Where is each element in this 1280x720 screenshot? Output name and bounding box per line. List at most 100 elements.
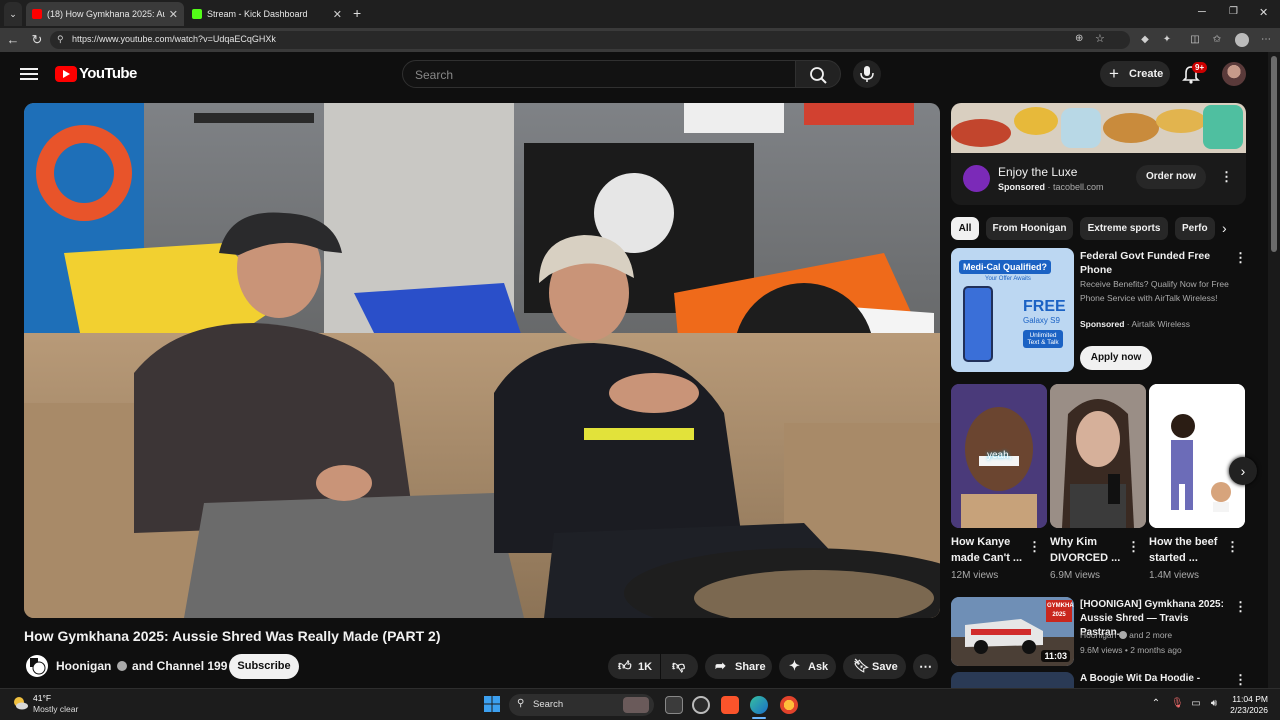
reload-icon[interactable]: ↻ [29, 32, 45, 48]
new-tab-plus-icon[interactable]: + [353, 5, 361, 21]
channel-name-collab[interactable]: and Channel 199 [132, 659, 227, 673]
save-button[interactable]: 🔖︎ Save [843, 654, 906, 679]
sponsored-title[interactable]: Federal Govt Funded Free Phone [1080, 249, 1230, 277]
voice-search-button[interactable] [853, 60, 881, 88]
channel-avatar[interactable] [26, 655, 48, 677]
ad-menu-icon[interactable]: ⋮ [1220, 169, 1233, 185]
sponsored-thumbnail[interactable]: Medi-Cal Qualified? Your Offer Awaits FR… [951, 248, 1074, 372]
search-input[interactable] [415, 67, 775, 83]
weather-temperature[interactable]: 41°F [33, 693, 51, 703]
clock-time[interactable]: 11:04 PM [1228, 694, 1268, 704]
sponsored-label: Sponsored [998, 182, 1046, 192]
related-channel[interactable]: Hoonigan and 2 more [1080, 630, 1172, 640]
hamburger-menu-icon[interactable] [20, 65, 38, 81]
clock-date[interactable]: 2/23/2026 [1228, 705, 1268, 715]
related-views: 9.6M views [1080, 645, 1123, 655]
related-channel-name[interactable]: Hoonigan [1080, 630, 1116, 640]
chip-performance[interactable]: Perfo [1175, 217, 1215, 240]
volume-icon[interactable]: 🔊︎ [1208, 698, 1220, 710]
sponsored-menu-icon[interactable]: ⋮ [1234, 250, 1247, 266]
related-menu-icon[interactable]: ⋮ [1234, 599, 1247, 615]
related-video-thumbnail[interactable]: GYMKHANA 2025 11:03 [951, 597, 1074, 666]
more-actions-icon[interactable]: ⋯ [913, 654, 938, 679]
tab-close-icon[interactable]: ✕ [169, 8, 178, 21]
weather-moon-cloud-icon[interactable] [12, 695, 28, 711]
favorites-icon[interactable]: ✩ [1210, 33, 1224, 47]
share-button[interactable]: ➦ Share [705, 654, 772, 679]
ask-button[interactable]: ✦ Ask [779, 654, 836, 679]
like-button[interactable]: 👍︎ 1K [608, 654, 660, 679]
taskbar-search[interactable]: ⚲ Search [509, 694, 654, 716]
dislike-button[interactable]: 👎︎ [661, 654, 698, 679]
short-caption: yeah, [987, 450, 1012, 461]
short-title[interactable]: Why Kim DIVORCED ... [1050, 534, 1125, 566]
verified-check-icon [116, 661, 127, 671]
create-button[interactable]: + Create [1100, 61, 1170, 87]
app-circle-icon[interactable] [692, 696, 710, 714]
weather-description[interactable]: Mostly clear [33, 704, 78, 714]
related-video-title[interactable]: A Boogie Wit Da Hoodie - [1080, 673, 1230, 684]
notification-count-badge: 9+ [1192, 62, 1208, 73]
window-close-icon[interactable]: ✕ [1259, 6, 1268, 19]
star-icon[interactable]: ☆ [1095, 32, 1105, 45]
back-arrow-icon[interactable]: ← [5, 32, 21, 48]
video-player[interactable] [24, 103, 940, 618]
account-avatar[interactable] [1222, 62, 1246, 86]
windows-start-icon[interactable] [484, 696, 500, 712]
tab-youtube[interactable]: (18) How Gymkhana 2025: Aussie ✕ [26, 2, 184, 26]
subscribe-button[interactable]: Subscribe [229, 654, 299, 679]
related-menu-icon[interactable]: ⋮ [1234, 672, 1247, 688]
short-menu-icon[interactable]: ⋮ [1127, 539, 1140, 555]
youtube-header: YouTube + Create 9+ [0, 52, 1268, 96]
search-box[interactable] [402, 60, 796, 88]
chip-extreme-sports[interactable]: Extreme sports [1080, 217, 1168, 240]
window-minimize-icon[interactable]: ─ [1198, 6, 1206, 18]
search-icon [810, 67, 827, 84]
search-button[interactable] [795, 60, 841, 88]
order-now-button[interactable]: Order now [1136, 165, 1206, 189]
firefox-browser-icon[interactable] [780, 696, 798, 714]
network-icon[interactable]: ▭ [1190, 698, 1202, 710]
ad-title[interactable]: Enjoy the Luxe [998, 165, 1077, 179]
youtube-logo-icon[interactable] [55, 66, 77, 82]
tray-overflow-chevron-icon[interactable]: ⌃ [1150, 698, 1162, 710]
edge-browser-icon[interactable] [750, 696, 768, 714]
chips-next-chevron-icon[interactable]: › [1222, 220, 1227, 236]
short-title[interactable]: How the beef started ... [1149, 534, 1224, 566]
microphone-tray-icon[interactable]: 🎙︎ [1171, 698, 1184, 710]
profile-icon[interactable] [1235, 33, 1249, 47]
zoom-icon[interactable]: ⊕ [1075, 33, 1083, 44]
short-menu-icon[interactable]: ⋮ [1028, 539, 1041, 555]
chip-all[interactable]: All [951, 217, 979, 240]
youtube-logo-text[interactable]: YouTube [79, 65, 137, 82]
brave-browser-icon[interactable] [721, 696, 739, 714]
related-video-thumbnail[interactable] [951, 672, 1074, 688]
split-screen-icon[interactable]: ◫ [1188, 33, 1202, 47]
apply-now-button[interactable]: Apply now [1080, 346, 1152, 370]
more-menu-icon[interactable]: ⋯ [1259, 33, 1273, 47]
site-info-icon[interactable]: ⚲ [57, 34, 64, 45]
advertiser-logo[interactable] [963, 165, 990, 192]
thumbs-down-icon: 👎︎ [672, 658, 686, 673]
short-menu-icon[interactable]: ⋮ [1226, 539, 1239, 555]
extensions-puzzle-icon[interactable]: ✦ [1160, 33, 1174, 47]
tab-close-icon[interactable]: ✕ [333, 8, 342, 21]
tab-kick[interactable]: Stream - Kick Dashboard ✕ [186, 2, 348, 26]
window-restore-icon[interactable]: ❐ [1229, 6, 1238, 17]
url-field[interactable]: ⚲ https://www.youtube.com/watch?v=UdqaEC… [50, 31, 1130, 49]
short-title[interactable]: How Kanye made Can't ... [951, 534, 1026, 566]
channel-name[interactable]: Hoonigan and Channel 199 [56, 659, 227, 673]
shorts-next-arrow-icon[interactable]: › [1229, 457, 1257, 485]
sponsored-label: Sponsored [1080, 319, 1125, 329]
short-thumbnail[interactable] [1050, 384, 1146, 528]
task-view-icon[interactable] [665, 696, 683, 714]
extension-diamond-icon[interactable]: ◆ [1138, 33, 1152, 47]
short-thumbnail[interactable] [1149, 384, 1245, 528]
scrollbar-thumb[interactable] [1271, 56, 1277, 252]
sponsored-ad-card[interactable]: Enjoy the Luxe Sponsored · tacobell.com … [951, 103, 1246, 205]
page-scrollbar[interactable] [1268, 52, 1280, 688]
tab-actions-chevron-icon[interactable]: ⌄ [4, 2, 22, 26]
short-thumbnail[interactable]: yeah, [951, 384, 1047, 528]
channel-name-primary[interactable]: Hoonigan [56, 659, 111, 673]
chip-from-hoonigan[interactable]: From Hoonigan [986, 217, 1073, 240]
